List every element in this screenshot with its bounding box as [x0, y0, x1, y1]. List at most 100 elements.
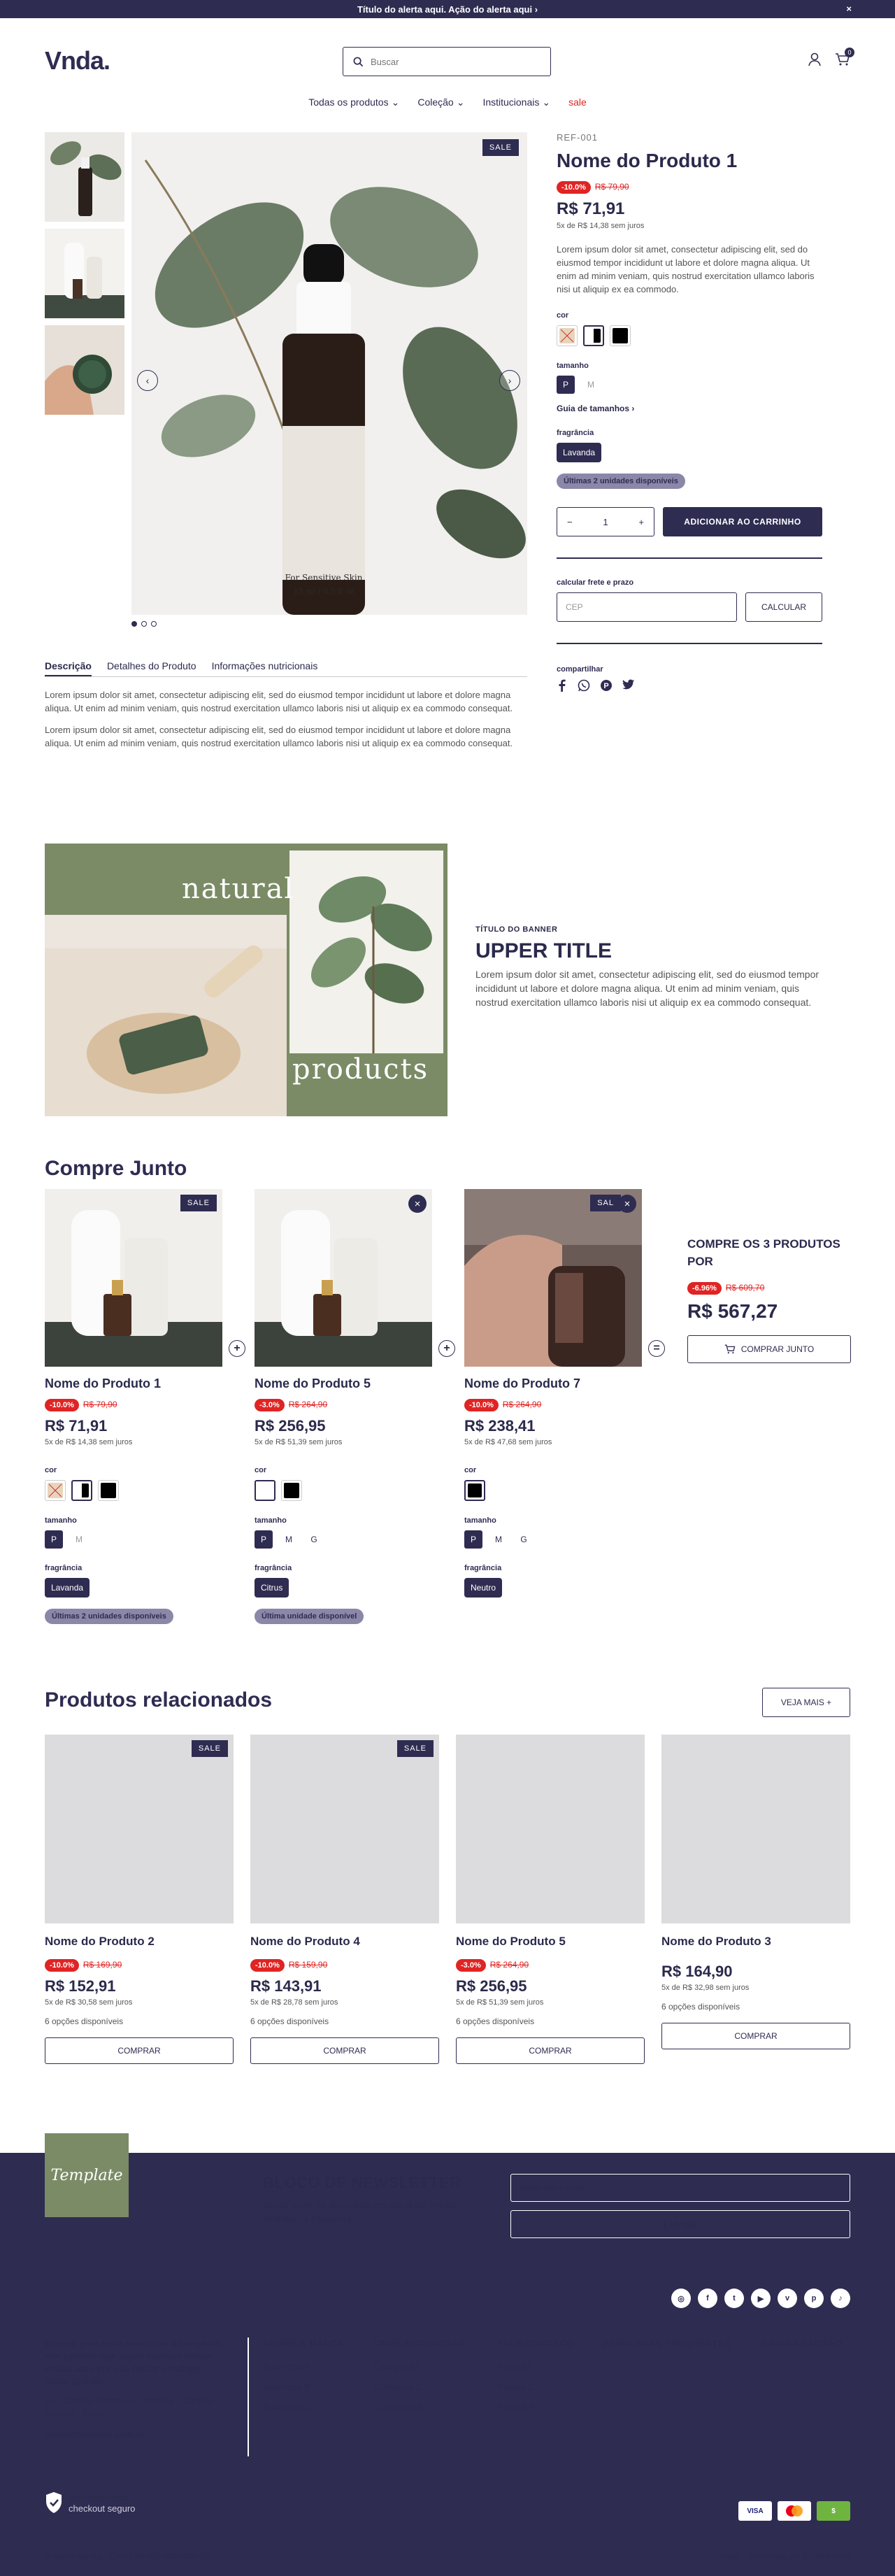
color-swatch-white[interactable]	[255, 1480, 275, 1501]
footer-column-title[interactable]: PERGUNTAS FREQUENTES	[603, 2338, 731, 2349]
pinterest-icon[interactable]: P	[600, 679, 613, 692]
qty-plus-button[interactable]: +	[638, 517, 644, 527]
pinterest-icon[interactable]: p	[804, 2289, 824, 2308]
pagination-dot[interactable]	[131, 621, 137, 627]
product-image[interactable]: ×	[255, 1189, 432, 1367]
newsletter-email-input[interactable]: Digite seu e-mail...	[510, 2174, 850, 2202]
thumbnail-3[interactable]	[45, 325, 124, 415]
product-main-image[interactable]: SALE For Sensitive Skin 15 ml / 0,5 fl o…	[131, 132, 527, 615]
twitter-icon[interactable]	[622, 679, 635, 690]
size-option-m[interactable]: M	[70, 1530, 88, 1549]
fragrance-option[interactable]: Citrus	[255, 1578, 289, 1597]
product-image[interactable]: SALE	[45, 1189, 222, 1367]
product-image[interactable]: SALE	[250, 1735, 439, 1923]
cep-input[interactable]: CEP	[557, 592, 737, 622]
tiktok-icon[interactable]: ♪	[831, 2289, 850, 2308]
color-swatch-beige[interactable]	[45, 1480, 66, 1501]
footer-link[interactable]: Página 1	[497, 2361, 574, 2372]
search-box[interactable]	[343, 47, 551, 76]
size-guide-link[interactable]: Guia de tamanhos ›	[557, 404, 822, 413]
product-name[interactable]: Nome do Produto 4	[250, 1935, 439, 1949]
color-swatch-beige[interactable]	[557, 325, 578, 346]
vimeo-icon[interactable]: v	[778, 2289, 797, 2308]
product-name[interactable]: Nome do Produto 7	[464, 1376, 642, 1391]
calculate-button[interactable]: CALCULAR	[745, 592, 822, 622]
size-option-m[interactable]: M	[489, 1530, 508, 1549]
thumbnail-1[interactable]	[45, 132, 124, 222]
footer-link[interactable]: Submenu C	[263, 2402, 345, 2412]
add-to-cart-button[interactable]: ADICIONAR AO CARRINHO	[663, 507, 822, 536]
tab-nutricionais[interactable]: Informações nutricionais	[212, 660, 318, 676]
size-option-g[interactable]: G	[305, 1530, 323, 1549]
tab-detalhes[interactable]: Detalhes do Produto	[107, 660, 196, 676]
footer-link[interactable]: Categoria 3	[374, 2402, 466, 2412]
youtube-icon[interactable]: ▶	[751, 2289, 771, 2308]
size-option-p[interactable]: P	[45, 1530, 63, 1549]
color-swatch-black-white[interactable]	[583, 325, 604, 346]
product-image[interactable]	[456, 1735, 645, 1923]
tab-descricao[interactable]: Descrição	[45, 660, 92, 676]
footer-column-title[interactable]: SOBRE A MARCA	[263, 2338, 345, 2349]
nav-item-institucionais[interactable]: Institucionais ⌄	[482, 88, 550, 116]
next-image-button[interactable]: ›	[499, 370, 520, 391]
fragrance-option[interactable]: Lavanda	[557, 443, 602, 462]
size-option-p[interactable]: P	[557, 376, 575, 394]
footer-link[interactable]: Categoria 1	[374, 2361, 466, 2372]
whatsapp-icon[interactable]	[578, 679, 590, 692]
footer-column-title[interactable]: ONDE ENCONTRAR	[374, 2338, 466, 2349]
remove-item-button[interactable]: ×	[618, 1195, 636, 1213]
facebook-icon[interactable]: f	[698, 2289, 717, 2308]
footer-link[interactable]: Submenu A	[263, 2361, 345, 2372]
buy-button[interactable]: COMPRAR	[456, 2037, 645, 2064]
pagination-dot[interactable]	[151, 621, 157, 627]
nav-item-colecao[interactable]: Coleção ⌄	[417, 88, 464, 116]
footer-link[interactable]: Categoria 2	[374, 2382, 466, 2392]
newsletter-send-button[interactable]: ENVIAR	[510, 2210, 850, 2238]
footer-link[interactable]: Página 2	[497, 2382, 574, 2392]
quantity-stepper[interactable]: − 1 +	[557, 507, 654, 536]
product-image[interactable]	[661, 1735, 850, 1923]
alert-close-button[interactable]: ×	[846, 3, 852, 14]
product-name[interactable]: Nome do Produto 1	[45, 1376, 222, 1391]
size-option-p[interactable]: P	[464, 1530, 482, 1549]
footer-link[interactable]: Submenu B	[263, 2382, 345, 2392]
buy-button[interactable]: COMPRAR	[250, 2037, 439, 2064]
thumbnail-2[interactable]	[45, 229, 124, 318]
platform-credit[interactable]: Vnda - Tecnologia em E-commerce	[719, 2552, 850, 2561]
footer-email[interactable]: email@dominio.com.br	[45, 2428, 227, 2441]
product-name[interactable]: Nome do Produto 3	[661, 1935, 850, 1949]
pagination-dot[interactable]	[141, 621, 147, 627]
product-image[interactable]: SAL ×	[464, 1189, 642, 1367]
footer-logo[interactable]: Template	[45, 2133, 129, 2217]
product-name[interactable]: Nome do Produto 5	[255, 1376, 432, 1391]
product-name[interactable]: Nome do Produto 5	[456, 1935, 645, 1949]
nav-item-sale[interactable]: sale	[568, 88, 587, 116]
fragrance-option[interactable]: Neutro	[464, 1578, 503, 1597]
buy-button[interactable]: COMPRAR	[661, 2023, 850, 2049]
footer-link[interactable]: Página 3	[497, 2402, 574, 2412]
color-swatch-black[interactable]	[610, 325, 631, 346]
prev-image-button[interactable]: ‹	[137, 370, 158, 391]
footer-column-title[interactable]: FALE CONOSCO	[497, 2338, 574, 2349]
user-icon[interactable]	[807, 52, 822, 67]
color-swatch-black[interactable]	[98, 1480, 119, 1501]
color-swatch-black[interactable]	[464, 1480, 485, 1501]
cart-button[interactable]: 0	[835, 48, 854, 71]
facebook-icon[interactable]	[557, 679, 568, 692]
store-logo[interactable]: Vnda.	[45, 46, 110, 76]
see-more-button[interactable]: VEJA MAIS +	[762, 1688, 850, 1717]
search-input[interactable]	[371, 56, 538, 67]
instagram-icon[interactable]: ◎	[671, 2289, 691, 2308]
color-swatch-black-white[interactable]	[71, 1480, 92, 1501]
footer-column-title[interactable]: PÁGINA PADRÃO	[761, 2338, 843, 2349]
alert-bar[interactable]: Título do alerta aqui. Ação do alerta aq…	[0, 0, 895, 18]
color-swatch-black[interactable]	[281, 1480, 302, 1501]
size-option-m[interactable]: M	[582, 376, 600, 394]
twitter-icon[interactable]: t	[724, 2289, 744, 2308]
buy-together-button[interactable]: COMPRAR JUNTO	[687, 1335, 851, 1363]
size-option-g[interactable]: G	[515, 1530, 533, 1549]
size-option-p[interactable]: P	[255, 1530, 273, 1549]
fragrance-option[interactable]: Lavanda	[45, 1578, 90, 1597]
size-option-m[interactable]: M	[280, 1530, 298, 1549]
banner-image[interactable]: natural products	[45, 844, 448, 1116]
